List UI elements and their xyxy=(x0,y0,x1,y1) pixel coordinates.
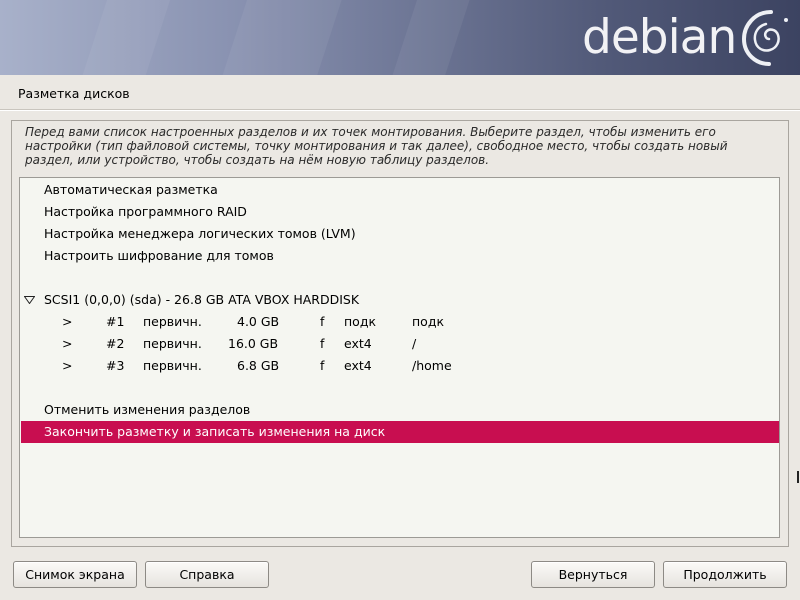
instructions-text: Перед вами список настроенных разделов и… xyxy=(25,125,785,167)
partition-type: первичн. xyxy=(143,336,202,351)
menu-item-software-raid[interactable]: Настройка программного RAID xyxy=(21,201,779,223)
partition-row[interactable]: > #1 первичн. 4.0 GB f подк подк xyxy=(21,311,779,333)
menu-item-label: Автоматическая разметка xyxy=(44,182,218,197)
partition-mountpoint: / xyxy=(412,336,417,351)
partition-type: первичн. xyxy=(143,314,202,329)
disk-label: SCSI1 (0,0,0) (sda) - 26.8 GB ATA VBOX H… xyxy=(44,292,360,307)
partition-mountpoint: /home xyxy=(412,358,452,373)
menu-item-label: Закончить разметку и записать изменения … xyxy=(44,424,386,439)
screenshot-button[interactable]: Снимок экрана xyxy=(13,561,137,588)
partition-number: #3 xyxy=(106,358,125,373)
help-button[interactable]: Справка xyxy=(145,561,269,588)
partition-arrow: > xyxy=(62,314,73,329)
partition-size: 4.0 GB xyxy=(237,314,280,329)
instructions-line: раздел, или устройство, чтобы создать на… xyxy=(25,153,490,167)
page-title: Разметка дисков xyxy=(18,86,130,101)
menu-item-lvm[interactable]: Настройка менеджера логических томов (LV… xyxy=(21,223,779,245)
title-divider xyxy=(0,109,800,111)
expand-triangle-icon xyxy=(24,296,35,304)
partition-filesystem: ext4 xyxy=(344,336,372,351)
partition-filesystem: ext4 xyxy=(344,358,372,373)
menu-item-encryption[interactable]: Настроить шифрование для томов xyxy=(21,245,779,267)
menu-item-label: Отменить изменения разделов xyxy=(44,402,251,417)
partition-format-flag: f xyxy=(320,314,325,329)
resize-edge-marker xyxy=(797,471,799,483)
debian-banner: debian xyxy=(0,0,800,75)
menu-item-label: Настройка менеджера логических томов (LV… xyxy=(44,226,356,241)
menu-item-undo-changes[interactable]: Отменить изменения разделов xyxy=(21,399,779,421)
partition-format-flag: f xyxy=(320,336,325,351)
partition-type: первичн. xyxy=(143,358,202,373)
partition-number: #1 xyxy=(106,314,125,329)
menu-item-finish-partitioning[interactable]: Закончить разметку и записать изменения … xyxy=(21,421,779,443)
partition-format-flag: f xyxy=(320,358,325,373)
instructions-line: настройки (тип файловой системы, точку м… xyxy=(25,139,728,153)
partition-row[interactable]: > #3 первичн. 6.8 GB f ext4 /home xyxy=(21,355,779,377)
continue-button[interactable]: Продолжить xyxy=(663,561,787,588)
menu-item-label: Настроить шифрование для томов xyxy=(44,248,274,263)
back-button[interactable]: Вернуться xyxy=(531,561,655,588)
debian-logo-text: debian xyxy=(582,10,737,65)
partition-size: 6.8 GB xyxy=(237,358,280,373)
partition-filesystem: подк xyxy=(344,314,377,329)
partition-arrow: > xyxy=(62,358,73,373)
disk-row-sda[interactable]: SCSI1 (0,0,0) (sda) - 26.8 GB ATA VBOX H… xyxy=(21,289,779,311)
partition-arrow: > xyxy=(62,336,73,351)
partition-number: #2 xyxy=(106,336,125,351)
menu-item-guided-partitioning[interactable]: Автоматическая разметка xyxy=(21,179,779,201)
partition-list[interactable]: Автоматическая разметка Настройка програ… xyxy=(19,177,780,538)
menu-item-label: Настройка программного RAID xyxy=(44,204,247,219)
partition-mountpoint: подк xyxy=(412,314,445,329)
partition-size: 16.0 GB xyxy=(228,336,279,351)
partition-row[interactable]: > #2 первичн. 16.0 GB f ext4 / xyxy=(21,333,779,355)
debian-swirl-icon xyxy=(741,10,788,66)
instructions-line: Перед вами список настроенных разделов и… xyxy=(25,125,716,139)
